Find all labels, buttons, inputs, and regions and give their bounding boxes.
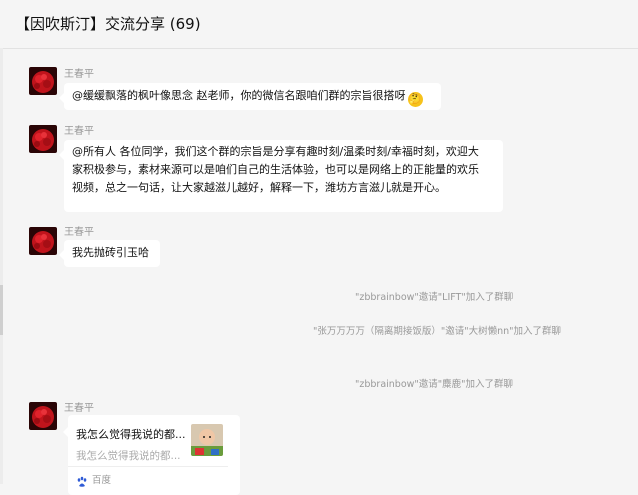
baidu-paw-icon [76, 473, 88, 487]
left-border [0, 48, 3, 484]
message-line: 家积极参与，素材来源可以是咱们自己的生活体验，也可以是网络上的正能量的欢乐 [72, 163, 479, 176]
avatar[interactable] [29, 402, 57, 430]
sender-name[interactable]: 王春平 [64, 223, 94, 238]
sender-name[interactable]: 王春平 [64, 122, 94, 137]
card-thumbnail [191, 424, 223, 456]
message-bubble[interactable]: 我先抛砖引玉哈 [59, 240, 160, 267]
system-notice: "zbbrainbow"邀请"LIFT"加入了群聊 [355, 292, 514, 303]
message-text: 我先抛砖引玉哈 [72, 246, 149, 259]
system-notice: "zbbrainbow"邀请"麋鹿"加入了群聊 [355, 379, 514, 390]
scrollbar-thumb[interactable] [0, 285, 3, 335]
avatar[interactable] [29, 227, 57, 255]
card-divider [68, 466, 228, 467]
chat-window: 【因吹斯汀】交流分享 (69) 王春平 @缓缓飘落的枫叶像思念 赵老师，你的微信… [0, 0, 638, 495]
message-line: @所有人 各位同学，我们这个群的宗旨是分享有趣时刻/温柔时刻/幸福时刻，欢迎大 [72, 145, 479, 158]
system-notice: "张万万万万（隔离期接饭版）"邀请"大树懒nn"加入了群聊 [313, 326, 562, 337]
message-bubble[interactable]: @所有人 各位同学，我们这个群的宗旨是分享有趣时刻/温柔时刻/幸福时刻，欢迎大 … [59, 140, 503, 212]
card-description: 我怎么觉得我说的都... [76, 450, 181, 462]
message-bubble[interactable]: @缓缓飘落的枫叶像思念 赵老师，你的微信名跟咱们群的宗旨很搭呀 🤔 [59, 83, 441, 110]
message-text: @缓缓飘落的枫叶像思念 赵老师，你的微信名跟咱们群的宗旨很搭呀 [72, 89, 406, 102]
link-card[interactable]: 我怎么觉得我说的都... 我怎么觉得我说的都... 百度 [63, 415, 240, 495]
chat-title: 【因吹斯汀】交流分享 (69) [15, 15, 201, 33]
card-title: 我怎么觉得我说的都... [76, 428, 186, 441]
sender-name[interactable]: 王春平 [64, 399, 94, 414]
message-line: 视频，总之一句话，让大家越滋儿越好，解释一下，潍坊方言滋儿就是开心。 [72, 181, 446, 194]
avatar[interactable] [29, 67, 57, 95]
sender-name[interactable]: 王春平 [64, 65, 94, 80]
chat-header: 【因吹斯汀】交流分享 (69) [0, 0, 638, 49]
thinking-face-icon: 🤔 [407, 92, 423, 107]
avatar[interactable] [29, 125, 57, 153]
